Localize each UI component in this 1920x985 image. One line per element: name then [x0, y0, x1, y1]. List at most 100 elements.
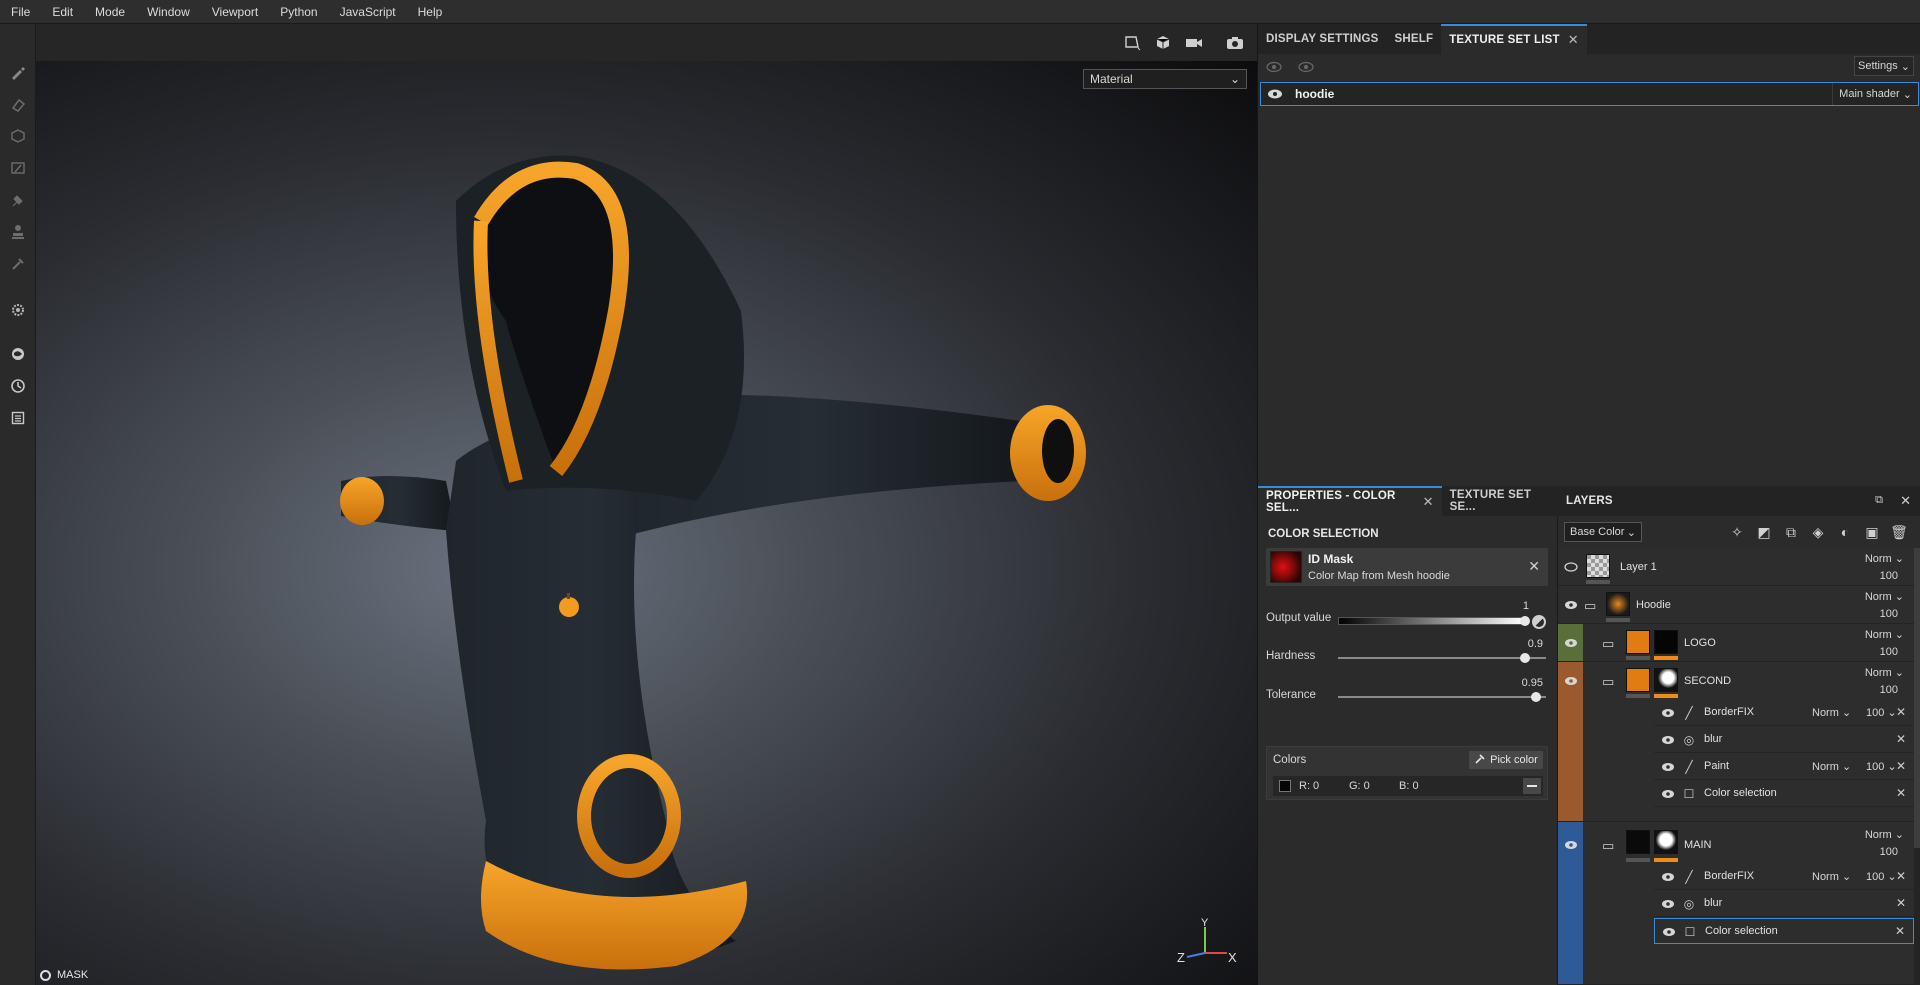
- view-mode-icon[interactable]: [1120, 32, 1146, 54]
- eye-icon[interactable]: [1660, 705, 1676, 721]
- id-mask-resource[interactable]: ID Mask Color Map from Mesh hoodie ✕: [1266, 548, 1548, 586]
- eye-icon[interactable]: [1563, 597, 1579, 613]
- menu-file[interactable]: File: [0, 0, 41, 24]
- effect-row-selected[interactable]: ☐ Color selection ✕: [1654, 918, 1914, 944]
- opacity-select[interactable]: 100 ⌄: [1866, 760, 1897, 773]
- slider-knob[interactable]: [1530, 692, 1541, 702]
- color-swatch[interactable]: [1279, 780, 1291, 792]
- opacity-value[interactable]: 100: [1880, 570, 1898, 582]
- folder-icon[interactable]: ▭: [1602, 636, 1620, 651]
- menu-help[interactable]: Help: [407, 0, 454, 24]
- menu-javascript[interactable]: JavaScript: [329, 0, 407, 24]
- remove-color-button[interactable]: [1523, 778, 1541, 794]
- shader-select[interactable]: Main shader ⌄: [1832, 83, 1918, 105]
- pick-color-button[interactable]: Pick color: [1469, 751, 1543, 769]
- close-icon[interactable]: ✕: [1896, 759, 1906, 773]
- close-icon[interactable]: ✕: [1568, 32, 1579, 48]
- opacity-value[interactable]: 100: [1880, 608, 1898, 620]
- projection-icon[interactable]: [8, 126, 28, 146]
- folder-row-logo[interactable]: ▭ LOGO Norm ⌄ 100: [1558, 624, 1914, 662]
- undock-icon[interactable]: ⧉: [1875, 494, 1883, 507]
- history-clock-icon[interactable]: [8, 376, 28, 396]
- screenshot-camera-icon[interactable]: [1222, 32, 1248, 54]
- folder-icon[interactable]: ▭: [1602, 674, 1620, 689]
- 3d-viewport[interactable]: Material ⌄ Y Z X MASK: [36, 61, 1257, 985]
- eye-icon[interactable]: [1660, 869, 1676, 885]
- eye-outline-icon[interactable]: [1266, 61, 1282, 76]
- randomize-icon[interactable]: [1532, 615, 1546, 629]
- blend-mode-select[interactable]: Norm ⌄: [1812, 706, 1851, 719]
- layers-scrollbar[interactable]: [1914, 548, 1920, 985]
- environment-sphere-icon[interactable]: [8, 344, 28, 364]
- texture-set-item[interactable]: hoodie Main shader ⌄: [1260, 82, 1919, 106]
- close-icon[interactable]: ✕: [1896, 869, 1906, 883]
- menu-mode[interactable]: Mode: [84, 0, 136, 24]
- blend-mode-select[interactable]: Norm ⌄: [1865, 628, 1904, 641]
- opacity-select[interactable]: 100 ⌄: [1866, 870, 1897, 883]
- eraser-icon[interactable]: [8, 94, 28, 114]
- folder-row-hoodie[interactable]: ▭ Hoodie Norm ⌄ 100: [1558, 586, 1914, 624]
- magic-wand-icon[interactable]: ✧: [1727, 523, 1747, 541]
- blend-mode-select[interactable]: Norm ⌄: [1865, 552, 1904, 565]
- material-mode-select[interactable]: Material ⌄: [1083, 69, 1247, 89]
- tab-shelf[interactable]: SHELF: [1386, 24, 1441, 54]
- cube-icon[interactable]: [1150, 32, 1176, 54]
- smudge-icon[interactable]: [8, 190, 28, 210]
- tab-display-settings[interactable]: DISPLAY SETTINGS: [1258, 24, 1386, 54]
- effect-row[interactable]: ☐ Color selection ✕: [1654, 781, 1914, 807]
- eye-toggle-icon[interactable]: [1298, 61, 1314, 76]
- eye-icon[interactable]: [1660, 786, 1676, 802]
- color-entry[interactable]: R: 0 G: 0 B: 0: [1273, 776, 1543, 796]
- log-list-icon[interactable]: [8, 408, 28, 428]
- hardness-slider[interactable]: [1338, 653, 1546, 663]
- folder-open-icon[interactable]: ▭: [1602, 838, 1620, 853]
- blend-mode-select[interactable]: Norm ⌄: [1812, 760, 1851, 773]
- opacity-value[interactable]: 100: [1880, 684, 1898, 696]
- blend-mode-select[interactable]: Norm ⌄: [1865, 590, 1904, 603]
- eye-icon[interactable]: [1660, 896, 1676, 912]
- effect-row[interactable]: ╱ BorderFIX Norm ⌄ 100 ⌄ ✕: [1654, 864, 1914, 890]
- blend-mode-select[interactable]: Norm ⌄: [1865, 666, 1904, 679]
- layer-row[interactable]: Layer 1 Norm ⌄ 100: [1558, 548, 1914, 586]
- opacity-value[interactable]: 100: [1880, 846, 1898, 858]
- add-mask-icon[interactable]: ◩: [1754, 523, 1774, 541]
- opacity-select[interactable]: 100 ⌄: [1866, 706, 1897, 719]
- opacity-value[interactable]: 100: [1880, 646, 1898, 658]
- menu-window[interactable]: Window: [136, 0, 201, 24]
- add-fill-layer-icon[interactable]: ◈: [1808, 523, 1828, 541]
- eye-icon[interactable]: [1660, 759, 1676, 775]
- eye-icon[interactable]: [1267, 88, 1283, 100]
- clone-stamp-icon[interactable]: [8, 222, 28, 242]
- menu-edit[interactable]: Edit: [41, 0, 84, 24]
- slider-knob[interactable]: [1520, 653, 1531, 663]
- color-picker-icon[interactable]: [8, 254, 28, 274]
- blend-mode-select[interactable]: Norm ⌄: [1812, 870, 1851, 883]
- close-icon[interactable]: ✕: [1896, 732, 1906, 746]
- channel-select[interactable]: Base Color ⌄: [1564, 522, 1642, 542]
- tab-texture-set-settings[interactable]: TEXTURE SET SE...: [1442, 486, 1558, 516]
- eye-icon[interactable]: [1563, 673, 1579, 689]
- paint-brush-icon[interactable]: [8, 62, 28, 82]
- menu-viewport[interactable]: Viewport: [201, 0, 269, 24]
- delete-trash-icon[interactable]: 🗑: [1889, 523, 1909, 541]
- slider-knob[interactable]: [1520, 616, 1530, 626]
- close-icon[interactable]: ✕: [1895, 924, 1905, 938]
- close-icon[interactable]: ✕: [1896, 705, 1906, 719]
- settings-dropdown[interactable]: Settings ⌄: [1854, 56, 1914, 76]
- tab-texture-set-list[interactable]: TEXTURE SET LIST ✕: [1441, 24, 1587, 54]
- folder-open-icon[interactable]: ▭: [1584, 598, 1602, 613]
- tab-layers[interactable]: LAYERS: [1558, 486, 1621, 516]
- blend-mode-select[interactable]: Norm ⌄: [1865, 828, 1904, 841]
- eye-icon[interactable]: [1563, 635, 1579, 651]
- eye-closed-icon[interactable]: [1563, 559, 1579, 575]
- effect-row[interactable]: ◎ blur ✕: [1654, 891, 1914, 917]
- effect-row[interactable]: ◎ blur ✕: [1654, 727, 1914, 753]
- close-icon[interactable]: ✕: [1900, 493, 1911, 509]
- close-icon[interactable]: ✕: [1423, 494, 1434, 510]
- eye-icon[interactable]: [1563, 837, 1579, 853]
- effect-row[interactable]: ╱ BorderFIX Norm ⌄ 100 ⌄ ✕: [1654, 700, 1914, 726]
- output-value-gradient-slider[interactable]: [1338, 616, 1530, 626]
- camera-video-icon[interactable]: [1181, 32, 1207, 54]
- effect-row[interactable]: ╱ Paint Norm ⌄ 100 ⌄ ✕: [1654, 754, 1914, 780]
- add-layer-icon[interactable]: ⧉: [1781, 523, 1801, 541]
